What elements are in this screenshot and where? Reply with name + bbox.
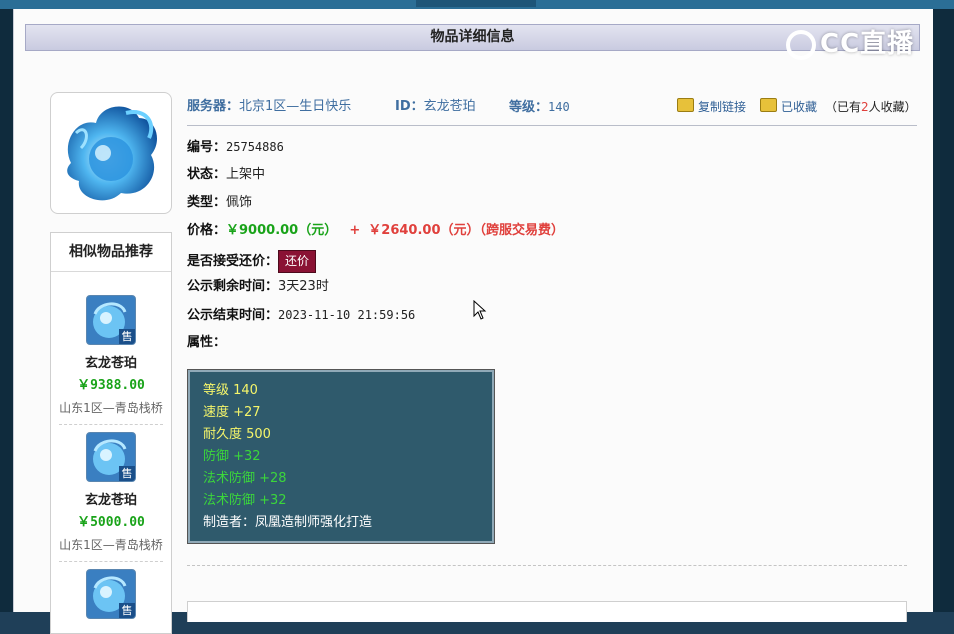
attribute-line: 法术防御 +28 xyxy=(203,471,287,486)
similar-item-server: 山东1区—青岛栈桥 xyxy=(59,401,163,415)
mouse-cursor-icon xyxy=(473,300,487,320)
type-value: 佩饰 xyxy=(226,195,253,210)
cross-server-fee: ￥2640.00（元）（跨服交易费） xyxy=(368,223,564,238)
price-label: 价格： xyxy=(187,223,227,238)
copy-link-label: 复制链接 xyxy=(698,100,747,114)
level-info: 等级：140 xyxy=(509,97,570,118)
attributes-field: 属性： xyxy=(187,333,226,353)
remaining-time-value: 3天23时 xyxy=(278,279,329,294)
type-label: 类型： xyxy=(187,195,227,210)
copy-link-button[interactable]: 复制链接 xyxy=(677,97,746,117)
window-top-bar xyxy=(0,0,954,9)
status-value: 上架中 xyxy=(226,167,266,182)
copy-link-icon xyxy=(677,98,694,112)
sale-badge: 售 xyxy=(119,329,135,344)
end-time-label: 公示结束时间： xyxy=(187,308,279,323)
similar-item[interactable]: 售 玄龙苍珀 ￥5000.00 山东1区—青岛栈桥 xyxy=(51,432,171,553)
remaining-time-label: 公示剩余时间： xyxy=(187,279,279,294)
counter-offer-label: 是否接受还价： xyxy=(187,254,279,269)
attribute-line: 防御 +32 xyxy=(203,449,261,464)
price-plus: + xyxy=(349,223,361,238)
attributes-label: 属性： xyxy=(187,335,227,350)
favorite-label: 已收藏 xyxy=(781,100,818,114)
favorite-folder-icon xyxy=(760,98,777,112)
section-divider xyxy=(187,565,907,566)
similar-item-thumb[interactable]: 售 xyxy=(86,432,136,482)
frame-left xyxy=(0,9,13,612)
similar-item-thumb[interactable]: 售 xyxy=(86,295,136,345)
similar-item-server: 山东1区—青岛栈桥 xyxy=(59,538,163,552)
level-label: 等级： xyxy=(509,100,549,115)
item-detail-panel: 物品详细信息 相似物品推荐 售 玄龙苍珀 ￥9388.00 山东1区—青岛栈桥 … xyxy=(13,9,933,634)
favorite-count: （已有2人收藏） xyxy=(825,97,917,117)
watermark: CC直播 xyxy=(786,23,914,60)
number-label: 编号： xyxy=(187,140,227,155)
similar-item-price: ￥5000.00 xyxy=(77,515,145,530)
attribute-line: 耐久度 500 xyxy=(203,427,271,442)
similar-separator xyxy=(59,561,163,562)
type-field: 类型：佩饰 xyxy=(187,193,252,213)
sale-badge: 售 xyxy=(119,466,135,481)
attribute-line: 等级 140 xyxy=(203,383,258,398)
id-value: 玄龙苍珀 xyxy=(423,99,476,114)
number-field: 编号：25754886 xyxy=(187,137,284,158)
price-field: 价格：￥9000.00（元） + ￥2640.00（元）（跨服交易费） xyxy=(187,221,564,241)
server-label: 服务器： xyxy=(187,99,240,114)
id-label: ID： xyxy=(395,99,424,114)
live-logo-icon xyxy=(786,29,816,60)
similar-items-title: 相似物品推荐 xyxy=(51,233,171,272)
item-image xyxy=(50,92,172,214)
id-info: ID：玄龙苍珀 xyxy=(395,97,476,117)
similar-item[interactable]: 售 玄龙苍珀 ￥9388.00 山东1区—青岛栈桥 xyxy=(51,295,171,416)
similar-items-panel: 相似物品推荐 售 玄龙苍珀 ￥9388.00 山东1区—青岛栈桥 售 玄龙苍珀 … xyxy=(50,232,172,634)
item-info-row: 服务器：北京1区—生日快乐 ID：玄龙苍珀 等级：140 复制链接 已收藏 （已… xyxy=(187,97,917,126)
end-time-field: 公示结束时间：2023-11-10 21:59:56 xyxy=(187,305,415,326)
price-value: ￥9000.00（元） xyxy=(226,223,338,238)
similar-separator xyxy=(59,424,163,425)
number-value: 25754886 xyxy=(226,140,284,154)
server-value: 北京1区—生日快乐 xyxy=(239,99,352,114)
attribute-line: 制造者：凤凰造制师强化打造 xyxy=(203,515,373,530)
favorite-button[interactable]: 已收藏 xyxy=(760,97,817,117)
frame-right xyxy=(932,9,954,612)
server-info: 服务器：北京1区—生日快乐 xyxy=(187,97,351,117)
attribute-line: 速度 +27 xyxy=(203,405,261,420)
jade-dragon-icon xyxy=(67,106,158,201)
similar-item-name[interactable]: 玄龙苍珀 xyxy=(51,489,171,508)
status-label: 状态： xyxy=(187,167,227,182)
favorite-count-number: 2 xyxy=(861,100,869,114)
similar-item-price: ￥9388.00 xyxy=(77,378,145,393)
status-field: 状态：上架中 xyxy=(187,165,265,185)
counter-offer-button[interactable]: 还价 xyxy=(278,250,317,273)
sale-badge: 售 xyxy=(119,603,135,618)
attributes-box: 等级 140 速度 +27 耐久度 500 防御 +32 法术防御 +28 法术… xyxy=(187,369,495,544)
favorite-count-suffix: 人收藏） xyxy=(868,100,917,114)
favorite-count-prefix: （已有 xyxy=(825,100,862,114)
similar-item-name[interactable]: 玄龙苍珀 xyxy=(51,352,171,371)
top-tab xyxy=(416,0,536,7)
end-time-value: 2023-11-10 21:59:56 xyxy=(278,308,416,322)
counter-offer-field: 是否接受还价： 还价 xyxy=(187,250,317,273)
remaining-time-field: 公示剩余时间：3天23时 xyxy=(187,277,329,297)
level-value: 140 xyxy=(548,100,570,114)
attribute-line: 法术防御 +32 xyxy=(203,493,287,508)
watermark-text: CC直播 xyxy=(820,29,915,59)
